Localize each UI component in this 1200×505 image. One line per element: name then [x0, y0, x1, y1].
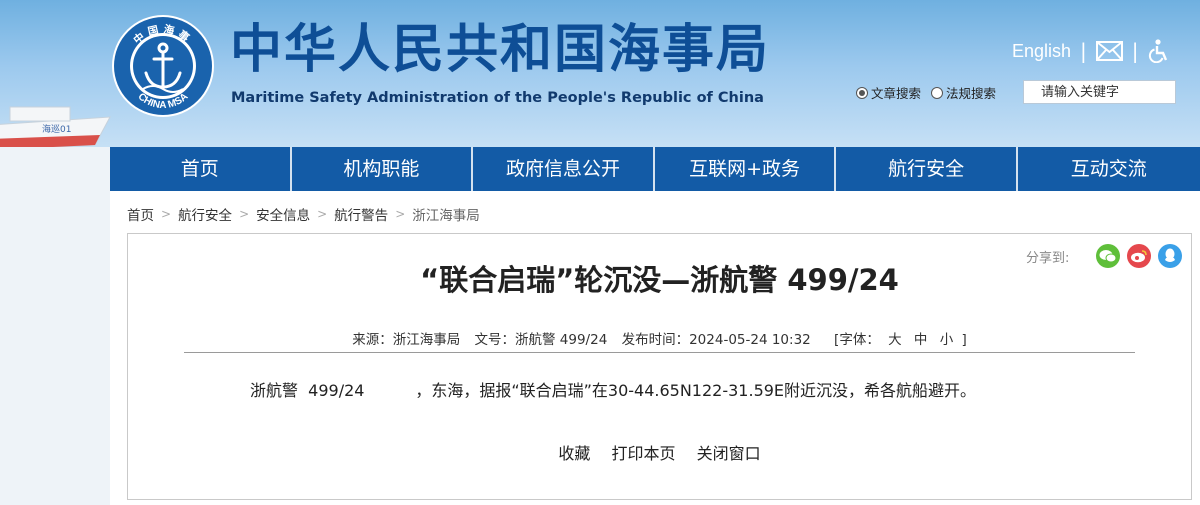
link-separator: |	[1080, 39, 1087, 63]
favorite-button[interactable]: 收藏	[558, 444, 590, 463]
search-options: 文章搜索 法规搜索	[856, 83, 1006, 102]
breadcrumb-separator: >	[161, 207, 172, 221]
search-input[interactable]	[1023, 80, 1176, 104]
site-title-cn: 中华人民共和国海事局	[230, 20, 771, 80]
article-doc-no: 文号：浙航警 499/24	[474, 332, 608, 348]
close-window-button[interactable]: 关闭窗口	[697, 444, 761, 463]
breadcrumb-nav-safety[interactable]: 航行安全	[178, 204, 232, 224]
nav-item-home[interactable]: 首页	[110, 147, 292, 191]
article-meta: 来源：浙江海事局 文号：浙航警 499/24 发布时间：2024-05-24 1…	[128, 328, 1191, 348]
breadcrumb-home[interactable]: 首页	[127, 204, 154, 224]
font-size-large[interactable]: 大	[888, 332, 902, 348]
site-title-en: Maritime Safety Administration of the Pe…	[231, 90, 764, 106]
top-links: English | |	[1012, 38, 1170, 64]
accessibility-icon[interactable]	[1148, 39, 1170, 64]
breadcrumb-separator: >	[239, 207, 250, 221]
font-size-small[interactable]: 小	[940, 332, 954, 348]
meta-divider	[184, 352, 1135, 353]
breadcrumb-separator: >	[317, 207, 328, 221]
print-button[interactable]: 打印本页	[611, 444, 675, 463]
article-title: “联合启瑞”轮沉没—浙航警 499/24	[420, 263, 899, 297]
nav-item-functions[interactable]: 机构职能	[292, 147, 474, 191]
font-size-medium[interactable]: 中	[914, 332, 928, 348]
ship-hull-text: 海巡01	[42, 123, 71, 135]
nav-item-internet-gov[interactable]: 互联网+政务	[655, 147, 837, 191]
article-actions: 收藏 打印本页 关闭窗口	[128, 440, 1191, 464]
radio-article[interactable]	[856, 86, 868, 99]
breadcrumb-zhejiang: 浙江海事局	[412, 208, 480, 224]
nav-item-interaction[interactable]: 互动交流	[1018, 147, 1200, 191]
font-size-control: [字体： 大 中 小 ]	[834, 332, 967, 348]
search-option-law[interactable]: 法规搜索	[931, 83, 996, 102]
breadcrumb: 首页 > 航行安全 > 安全信息 > 航行警告 > 浙江海事局	[127, 204, 480, 224]
font-size-close: ]	[961, 332, 967, 348]
breadcrumb-safety-info[interactable]: 安全信息	[256, 204, 310, 224]
breadcrumb-nav-warning[interactable]: 航行警告	[334, 204, 388, 224]
site-header: 海巡01 中国海事 CHINA MSA 中华人民共和国海事局 Maritime …	[0, 0, 1200, 147]
breadcrumb-separator: >	[395, 207, 406, 221]
link-separator: |	[1131, 39, 1139, 63]
article-body: 浙航警 499/24 ，东海，据报“联合启瑞”在30-44.65N122-31.…	[250, 381, 977, 400]
article-publish-time: 发布时间：2024-05-24 10:32	[621, 332, 811, 348]
search-option-law-label: 法规搜索	[946, 86, 997, 101]
english-link[interactable]: English	[1012, 41, 1071, 62]
nav-item-nav-safety[interactable]: 航行安全	[836, 147, 1018, 191]
search-option-article[interactable]: 文章搜索	[856, 83, 921, 102]
article-card: 分享到: “联合启瑞”轮沉没—浙航警 499/24 来源：浙江海事局 文号：浙航…	[127, 233, 1192, 500]
content-page: 首页 > 航行安全 > 安全信息 > 航行警告 > 浙江海事局 分享到: “联合…	[110, 191, 1200, 505]
nav-item-gov-info[interactable]: 政府信息公开	[473, 147, 655, 191]
main-nav: 首页 机构职能 政府信息公开 互联网+政务 航行安全 互动交流	[110, 147, 1200, 191]
msa-logo[interactable]: 中国海事 CHINA MSA	[110, 13, 216, 119]
search-option-article-label: 文章搜索	[871, 86, 922, 101]
patrol-ship-graphic: 海巡01	[0, 106, 111, 147]
radio-law[interactable]	[931, 86, 944, 99]
article-source: 来源：浙江海事局	[352, 332, 461, 348]
font-size-label: [字体：	[834, 332, 880, 348]
mail-icon[interactable]	[1095, 41, 1123, 61]
